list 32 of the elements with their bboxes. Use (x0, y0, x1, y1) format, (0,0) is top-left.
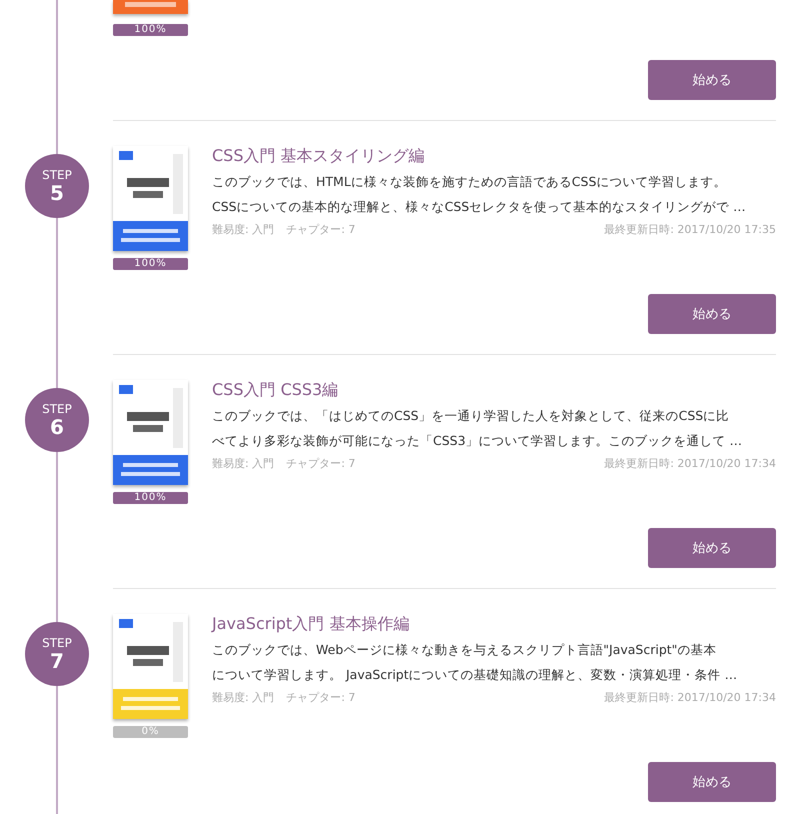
description-text: このブックでは、HTMLに様々な装飾を施すための言語であるCSSについて学習します。 (212, 173, 728, 191)
description-text: について学習します。 JavaScriptについての基礎知識の理解と、変数・演算処理・条件 … (212, 666, 738, 684)
difficulty-text: 難易度: 入門 (212, 456, 274, 472)
progress-label: 100% (133, 24, 168, 36)
start-button[interactable]: 始める (648, 294, 776, 334)
step-number: 6 (50, 416, 64, 438)
updated-date: 最終更新日時: 2017/10/20 17:34 (604, 456, 776, 472)
updated-date: 最終更新日時: 2017/10/20 17:34 (604, 690, 776, 706)
step-number: 7 (50, 650, 64, 672)
step-label: STEP (42, 636, 72, 650)
updated-date: 最終更新日時: 2017/10/20 17:35 (604, 222, 776, 238)
description-text: CSSについての基本的な理解と、様々なCSSセレクタを使って基本的なスタイリングがで … (212, 198, 747, 216)
chapter-count: チャプター: 7 (286, 690, 356, 706)
progress-label: 100% (133, 258, 168, 270)
start-button[interactable]: 始める (648, 762, 776, 802)
description-text: このブックでは、Webページに様々な動きを与えるスクリプト言語"JavaScript"の基本 (212, 641, 718, 659)
chapter-count: チャプター: 7 (286, 456, 356, 472)
difficulty-text: 難易度: 入門 (212, 690, 274, 706)
book-title[interactable]: JavaScript入門 基本操作編 (212, 613, 776, 635)
start-button[interactable]: 始める (648, 528, 776, 568)
start-button[interactable]: 始める (648, 60, 776, 100)
chapter-count: チャプター: 7 (286, 222, 356, 238)
step-label: STEP (42, 168, 72, 182)
description-text: べてより多彩な装飾が可能になった「CSS3」について学習します。このブックを通して … (212, 432, 744, 450)
book-title[interactable]: CSS入門 CSS3編 (212, 379, 776, 401)
description-text: このブックでは、「はじめてのCSS」を一通り学習した人を対象として、従来のCSSに比 (212, 407, 730, 425)
progress-label: 100% (133, 492, 168, 504)
progress-label: 0% (140, 726, 160, 738)
difficulty-text: 難易度: 入門 (212, 222, 274, 238)
book-title[interactable]: CSS入門 基本スタイリング編 (212, 145, 776, 167)
step-label: STEP (42, 402, 72, 416)
step-number: 5 (50, 182, 64, 204)
